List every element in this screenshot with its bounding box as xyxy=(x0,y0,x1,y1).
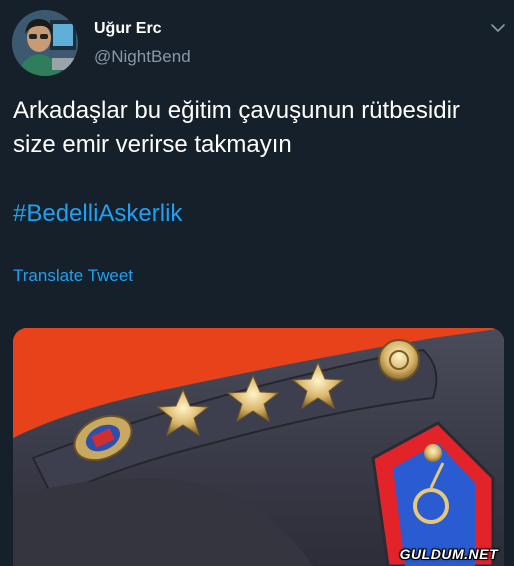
tweet-text: Arkadaşlar bu eğitim çavuşunun rütbesidi… xyxy=(13,97,460,158)
translate-tweet-link[interactable]: Translate Tweet xyxy=(13,266,133,286)
chevron-down-icon[interactable] xyxy=(488,18,508,38)
tweet-photo[interactable]: GULDUM.NET xyxy=(13,328,504,566)
display-name[interactable]: Uğur Erc xyxy=(94,20,162,38)
uniform-epaulette-image xyxy=(13,328,504,566)
avatar[interactable] xyxy=(12,10,78,76)
watermark: GULDUM.NET xyxy=(399,546,498,562)
avatar-image xyxy=(12,10,78,76)
hashtag-link[interactable]: #BedelliAskerlik xyxy=(13,200,182,228)
user-handle[interactable]: @NightBend xyxy=(94,47,191,67)
